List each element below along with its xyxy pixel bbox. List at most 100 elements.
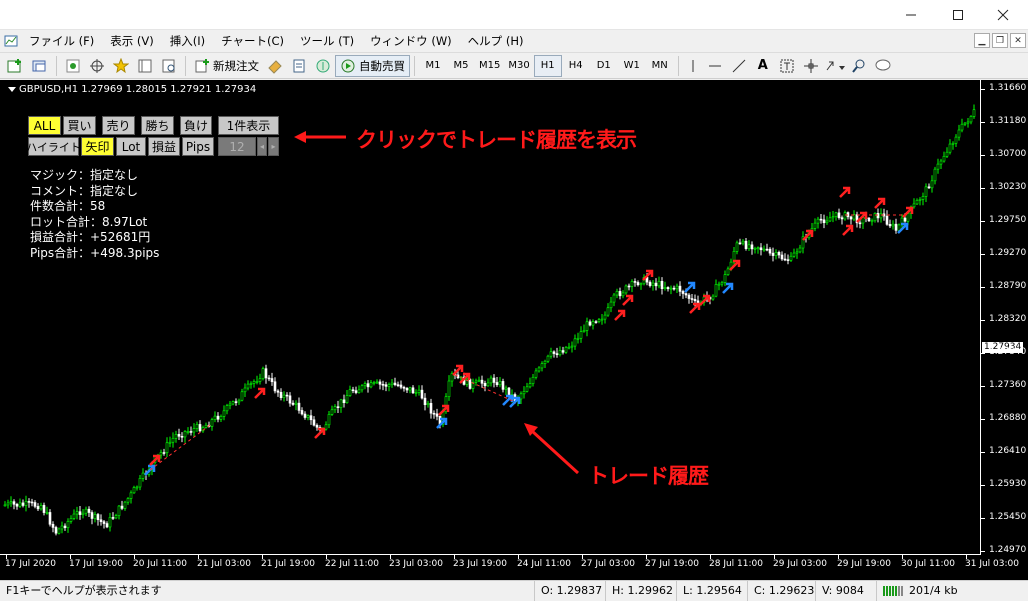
filter-all-button[interactable]: ALL bbox=[28, 116, 61, 135]
menu-chart[interactable]: チャート(C) bbox=[214, 30, 293, 52]
tester-icon[interactable] bbox=[157, 55, 181, 77]
candle-body bbox=[576, 337, 580, 340]
trade-arrow[interactable] bbox=[722, 282, 734, 294]
candle-body bbox=[564, 347, 568, 353]
menu-insert[interactable]: 挿入(I) bbox=[163, 30, 214, 52]
timeframe-h1[interactable]: H1 bbox=[533, 54, 562, 77]
mdi-controls: ▁ ❐ ✕ bbox=[974, 33, 1026, 48]
candle-body bbox=[669, 287, 673, 290]
chat-icon[interactable] bbox=[871, 55, 895, 77]
candle-body bbox=[615, 291, 619, 296]
candle-body bbox=[840, 217, 844, 220]
lot-button[interactable]: Lot bbox=[116, 137, 146, 156]
chart-info-dropdown-icon[interactable] bbox=[8, 86, 16, 92]
candle-body bbox=[423, 397, 427, 406]
filter-loss-button[interactable]: 負け bbox=[180, 116, 212, 135]
trade-arrow[interactable] bbox=[874, 197, 886, 209]
maximize-button[interactable] bbox=[935, 0, 981, 30]
text-tool-icon[interactable]: A bbox=[751, 55, 775, 77]
metaeditor-icon[interactable] bbox=[263, 55, 287, 77]
auto-trading-button[interactable]: 自動売買 bbox=[335, 54, 410, 77]
trade-arrow[interactable] bbox=[856, 211, 868, 223]
favorites-icon[interactable] bbox=[109, 55, 133, 77]
candle-body bbox=[84, 508, 88, 514]
timeframe-m30[interactable]: M30 bbox=[504, 55, 533, 77]
candle-body bbox=[63, 525, 67, 529]
menu-tools[interactable]: ツール (T) bbox=[293, 30, 363, 52]
trade-arrow[interactable] bbox=[254, 387, 266, 399]
menu-file[interactable]: ファイル (F) bbox=[22, 30, 103, 52]
arrows-icon[interactable] bbox=[823, 55, 847, 77]
candle-body bbox=[570, 345, 574, 348]
candle-body bbox=[90, 512, 94, 519]
timeframe-h4[interactable]: H4 bbox=[562, 55, 590, 77]
navigator-icon[interactable] bbox=[85, 55, 109, 77]
candle-body bbox=[72, 513, 76, 519]
data-window-icon[interactable] bbox=[133, 55, 157, 77]
new-chart-icon[interactable] bbox=[4, 55, 28, 77]
crosshair-icon[interactable] bbox=[703, 55, 727, 77]
timeframe-d1[interactable]: D1 bbox=[590, 55, 618, 77]
trade-arrow[interactable] bbox=[842, 224, 854, 236]
stat-count: 件数合計：58 bbox=[30, 199, 106, 213]
candle-body bbox=[717, 283, 721, 286]
text-label-icon[interactable] bbox=[775, 55, 799, 77]
candle-body bbox=[948, 143, 952, 153]
candle-body bbox=[291, 402, 295, 405]
chart-area[interactable]: GBPUSD,H1 1.27969 1.28015 1.27921 1.2793… bbox=[0, 80, 1028, 580]
pips-button[interactable]: Pips bbox=[182, 137, 214, 156]
candle-body bbox=[294, 402, 298, 405]
trade-arrow[interactable] bbox=[622, 294, 634, 306]
timeframe-m5[interactable]: M5 bbox=[447, 55, 475, 77]
signals-icon[interactable] bbox=[287, 55, 311, 77]
menu-view[interactable]: 表示 (V) bbox=[103, 30, 163, 52]
candle-body bbox=[195, 424, 199, 429]
candle-body bbox=[204, 424, 208, 428]
trendline-icon[interactable] bbox=[727, 55, 751, 77]
market-watch-icon[interactable] bbox=[61, 55, 85, 77]
single-display-button[interactable]: 1件表示 bbox=[218, 116, 279, 135]
next-trade-button[interactable]: ▸ bbox=[268, 137, 279, 156]
trade-arrow[interactable] bbox=[614, 309, 626, 321]
candle-body bbox=[420, 389, 424, 399]
filter-buy-button[interactable]: 買い bbox=[63, 116, 96, 135]
candle-body bbox=[168, 441, 172, 444]
trade-arrow[interactable] bbox=[802, 229, 814, 241]
mdi-close-button[interactable]: ✕ bbox=[1010, 33, 1026, 48]
minimize-button[interactable] bbox=[888, 0, 934, 30]
price-tick-label: 1.26410 bbox=[989, 446, 1027, 456]
highlight-button[interactable]: ハイライト bbox=[26, 137, 81, 156]
chart-window-icon[interactable] bbox=[0, 30, 22, 52]
timeframe-w1[interactable]: W1 bbox=[618, 55, 646, 77]
trade-arrow[interactable] bbox=[436, 417, 448, 429]
timeframe-mn[interactable]: MN bbox=[646, 55, 674, 77]
filter-win-button[interactable]: 勝ち bbox=[141, 116, 174, 135]
candle-body bbox=[915, 200, 919, 205]
menu-window[interactable]: ウィンドウ (W) bbox=[363, 30, 461, 52]
candle-body bbox=[297, 402, 301, 411]
trade-arrow[interactable] bbox=[684, 281, 696, 293]
market-icon[interactable] bbox=[311, 55, 335, 77]
candle-body bbox=[927, 186, 931, 189]
candle-body bbox=[606, 307, 610, 316]
trade-arrow[interactable] bbox=[839, 186, 851, 198]
new-order-button[interactable]: 新規注文 bbox=[190, 55, 263, 77]
candle-body bbox=[87, 508, 91, 513]
menu-help[interactable]: ヘルプ (H) bbox=[461, 30, 533, 52]
timeframe-m15[interactable]: M15 bbox=[475, 55, 504, 77]
arrow-button[interactable]: 矢印 bbox=[81, 137, 114, 156]
period-separator-icon[interactable] bbox=[799, 55, 823, 77]
profit-button[interactable]: 損益 bbox=[148, 137, 180, 156]
candle-body bbox=[480, 379, 484, 384]
timeframe-m1[interactable]: M1 bbox=[419, 55, 447, 77]
profiles-icon[interactable] bbox=[28, 55, 52, 77]
mdi-minimize-button[interactable]: ▁ bbox=[974, 33, 990, 48]
prev-trade-button[interactable]: ◂ bbox=[257, 137, 267, 156]
close-button[interactable] bbox=[980, 0, 1026, 30]
cursor-icon[interactable] bbox=[683, 55, 703, 77]
mdi-restore-button[interactable]: ❐ bbox=[992, 33, 1008, 48]
status-volume: V: 9084 bbox=[815, 581, 875, 601]
search-icon[interactable] bbox=[847, 55, 871, 77]
filter-sell-button[interactable]: 売り bbox=[102, 116, 135, 135]
candle-body bbox=[501, 381, 505, 390]
